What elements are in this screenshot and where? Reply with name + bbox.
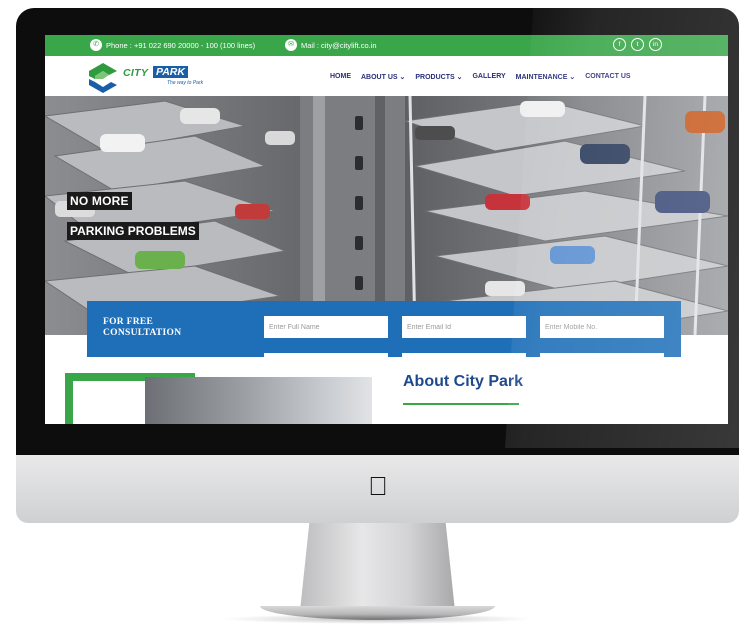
stand-shadow: [220, 614, 535, 624]
linkedin-icon[interactable]: in: [649, 38, 662, 51]
hero-headline-line2: PARKING PROBLEMS: [67, 222, 199, 240]
consultation-form: FOR FREE CONSULTATION: [87, 301, 681, 357]
mail-text: Mail : city@citylift.co.in: [301, 40, 377, 50]
nav-item-home[interactable]: HOME: [330, 73, 351, 81]
phone-info[interactable]: ✆ Phone : +91 022 690 20000 - 100 (100 l…: [90, 39, 255, 51]
mail-icon: ✉: [285, 39, 297, 51]
monitor-stand: [300, 523, 455, 611]
full-name-input[interactable]: [264, 316, 388, 338]
logo-mark-icon: [89, 63, 117, 93]
nav-menu: HOME ABOUT US ⌄ PRODUCTS ⌄ GALLERY MAINT…: [330, 73, 631, 81]
imac-mockup:  ✆ Phone : +91 022 690 20000 - 100 (100…: [0, 0, 746, 629]
phone-text: Phone : +91 022 690 20000 - 100 (100 lin…: [106, 40, 256, 50]
about-section: About City Park: [45, 357, 728, 424]
facebook-icon[interactable]: f: [613, 38, 626, 51]
nav-item-contact-us[interactable]: CONTACT US: [585, 73, 630, 81]
twitter-icon[interactable]: t: [631, 38, 644, 51]
logo-tagline: The way to Park: [167, 80, 204, 86]
logo-word-city: CITY: [123, 67, 149, 79]
hero-banner: NO MORE PARKING PROBLEMS: [45, 96, 728, 335]
consultation-label: FOR FREE CONSULTATION: [103, 317, 181, 339]
nav-item-maintenance[interactable]: MAINTENANCE ⌄: [516, 73, 576, 81]
city-park-logo[interactable]: CITY PARK The way to Park: [87, 61, 207, 93]
parking-tower-photo: [45, 96, 728, 335]
about-parking-photo: [145, 377, 372, 424]
top-contact-bar: ✆ Phone : +91 022 690 20000 - 100 (100 l…: [45, 35, 728, 56]
about-title: About City Park: [403, 373, 524, 390]
social-links: f t in: [613, 38, 662, 51]
email-input[interactable]: [402, 316, 526, 338]
website-screen: ✆ Phone : +91 022 690 20000 - 100 (100 l…: [45, 35, 728, 424]
consultation-label-line1: FOR FREE: [103, 317, 154, 327]
hero-headline-line1: NO MORE: [67, 192, 132, 210]
mobile-input[interactable]: [540, 316, 664, 338]
phone-icon: ✆: [90, 39, 102, 51]
about-title-underline: [403, 403, 519, 405]
nav-item-products[interactable]: PRODUCTS ⌄: [415, 73, 462, 81]
mail-info[interactable]: ✉ Mail : city@citylift.co.in: [285, 39, 377, 51]
main-navbar: CITY PARK The way to Park HOME ABOUT US …: [45, 56, 728, 96]
consultation-label-line2: CONSULTATION: [103, 328, 182, 338]
apple-logo-icon: : [366, 472, 390, 500]
nav-item-gallery[interactable]: GALLERY: [472, 73, 505, 81]
logo-word-park: PARK: [153, 66, 188, 78]
nav-item-about-us[interactable]: ABOUT US ⌄: [361, 73, 405, 81]
